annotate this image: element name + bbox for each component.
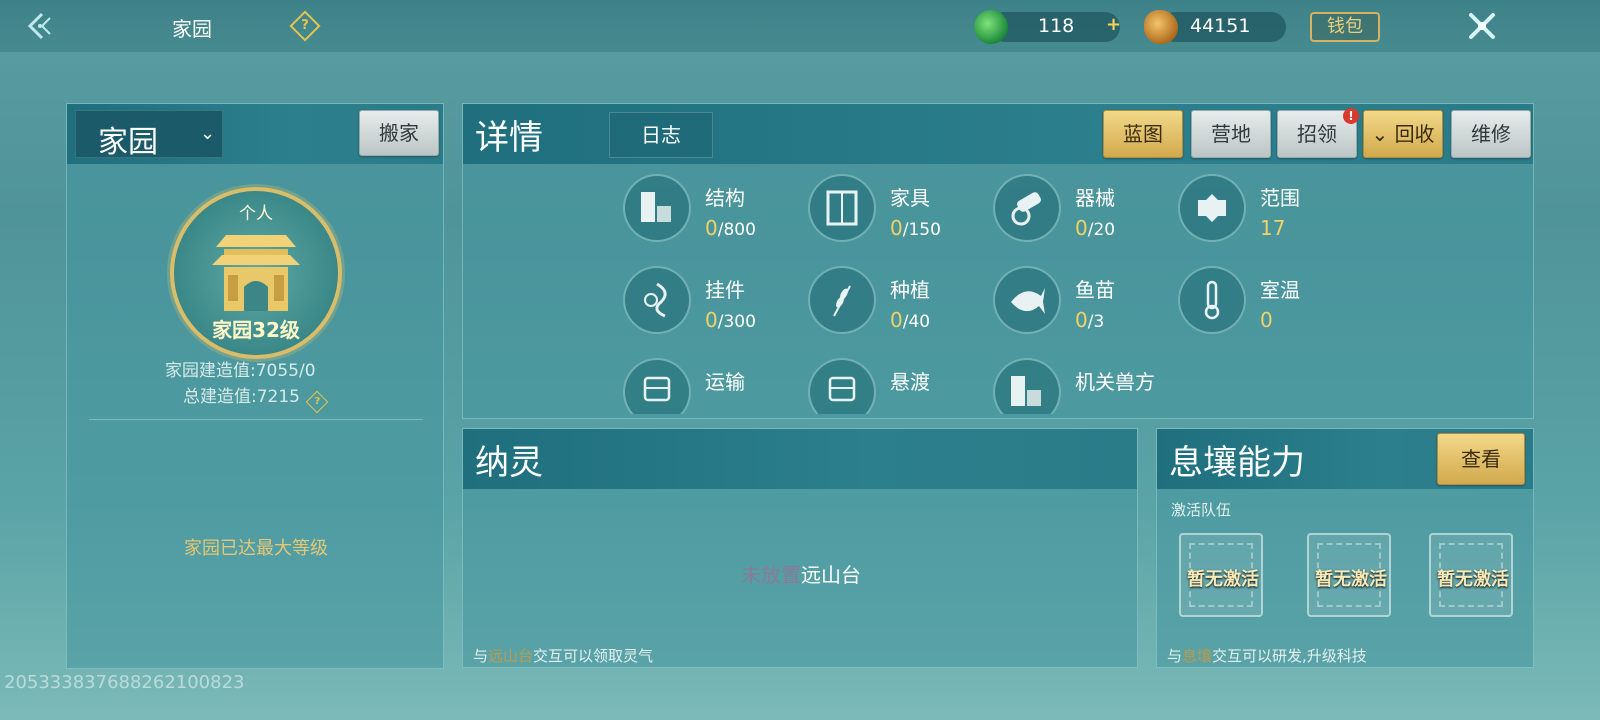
page-title: 家园	[172, 17, 212, 41]
house-icon	[212, 235, 300, 311]
home-panel-header: 家园 ⌄ 搬家	[67, 104, 443, 164]
help-icon[interactable]: ?	[289, 10, 321, 42]
view-button[interactable]: 查看	[1437, 433, 1525, 485]
carriage-icon	[808, 358, 876, 414]
stat-planting: 种植 0/40	[808, 266, 998, 358]
building-blocks-icon	[623, 174, 691, 242]
home-stats-grid: 结构 0/800 家具 0/150 器械 0/20 范围 17 挂件 0/300…	[623, 174, 1383, 414]
cannon-icon	[993, 174, 1061, 242]
user-id-watermark: 205333837688262100823	[4, 672, 245, 693]
stat-temperature: 室温 0	[1178, 266, 1368, 358]
stat-range: 范围 17	[1178, 174, 1368, 266]
xirang-panel-header: 息壤能力 查看	[1157, 429, 1533, 489]
carriage-icon	[623, 358, 691, 414]
team-slot[interactable]: 暂无激活	[1179, 533, 1263, 617]
xirang-hint: 与息壤交互可以研发,升级科技	[1167, 647, 1367, 665]
total-build-label: 总建造值:7215	[183, 387, 300, 407]
stat-ornament: 挂件 0/300	[623, 266, 813, 358]
thermometer-icon	[1178, 266, 1246, 334]
move-home-button[interactable]: 搬家	[359, 110, 439, 156]
recycle-button[interactable]: ⌄ 回收	[1363, 110, 1443, 158]
home-level-label: 家园32级	[212, 318, 300, 342]
stat-mechanism-beast: 机关兽方	[993, 358, 1183, 414]
stat-furniture: 家具 0/150	[808, 174, 998, 266]
back-arrow-icon[interactable]	[24, 10, 56, 42]
chevron-down-icon: ⌄	[200, 123, 216, 144]
details-panel: 详情 日志 蓝图 营地 招领 ! ⌄ 回收 维修 结构 0/800 家具 0/1…	[462, 103, 1534, 419]
wardrobe-icon	[808, 174, 876, 242]
home-select-dropdown[interactable]: 家园 ⌄	[75, 110, 223, 160]
stat-transport: 运输	[623, 358, 813, 414]
fish-icon	[993, 266, 1061, 334]
divider	[89, 419, 423, 420]
jade-amount: 118	[1038, 15, 1075, 37]
details-title: 详情	[475, 118, 543, 158]
build-value-label: 家园建造值:7055/0	[165, 361, 316, 381]
building-blocks-icon	[993, 358, 1061, 414]
tab-log[interactable]: 日志	[609, 112, 713, 158]
spirit-hint: 与远山台交互可以领取灵气	[473, 647, 654, 665]
notification-badge: !	[1343, 108, 1359, 124]
wheat-icon	[808, 266, 876, 334]
wallet-button[interactable]: 钱包	[1310, 12, 1380, 42]
spirit-gathering-panel: 纳灵 未放置远山台 与远山台交互可以领取灵气	[462, 428, 1138, 668]
stat-structure: 结构 0/800	[623, 174, 813, 266]
spirit-panel-header: 纳灵	[463, 429, 1137, 489]
spirit-status: 未放置远山台	[741, 563, 861, 587]
total-build-row: 总建造值:7215 ?	[67, 382, 445, 414]
coin-icon	[1144, 10, 1178, 44]
emblem-personal-label: 个人	[239, 204, 273, 224]
camp-button[interactable]: 营地	[1191, 110, 1271, 158]
ornament-icon	[623, 266, 691, 334]
blueprint-button[interactable]: 蓝图	[1103, 110, 1183, 158]
close-icon[interactable]	[1463, 7, 1501, 45]
repair-button[interactable]: 维修	[1451, 110, 1531, 158]
xirang-title: 息壤能力	[1169, 443, 1305, 483]
home-select-label: 家园	[98, 125, 158, 160]
coin-amount: 44151	[1190, 15, 1251, 37]
top-bar: 家园 ? 118 + 44151 钱包	[0, 0, 1600, 52]
jade-icon	[974, 10, 1008, 44]
team-slot[interactable]: 暂无激活	[1307, 533, 1391, 617]
spirit-title: 纳灵	[475, 443, 543, 483]
max-level-text: 家园已达最大等级	[184, 538, 328, 559]
team-slot[interactable]: 暂无激活	[1429, 533, 1513, 617]
stat-machinery: 器械 0/20	[993, 174, 1183, 266]
xirang-ability-panel: 息壤能力 查看 激活队伍 暂无激活 暂无激活 暂无激活 与息壤交互可以研发,升级…	[1156, 428, 1534, 668]
active-team-label: 激活队伍	[1171, 501, 1232, 519]
home-overview-panel: 家园 ⌄ 搬家 个人 家园32级 家园建造值:7055/0 总建造值:7215 …	[66, 103, 444, 669]
details-panel-header: 详情 日志 蓝图 营地 招领 ! ⌄ 回收 维修	[463, 104, 1533, 164]
chevron-down-icon: ⌄	[1371, 122, 1395, 146]
stat-hover-ferry: 悬渡	[808, 358, 998, 414]
stat-fry: 鱼苗 0/3	[993, 266, 1183, 358]
help-icon[interactable]: ?	[306, 390, 329, 414]
range-icon	[1178, 174, 1246, 242]
add-jade-button[interactable]: +	[1106, 14, 1121, 35]
